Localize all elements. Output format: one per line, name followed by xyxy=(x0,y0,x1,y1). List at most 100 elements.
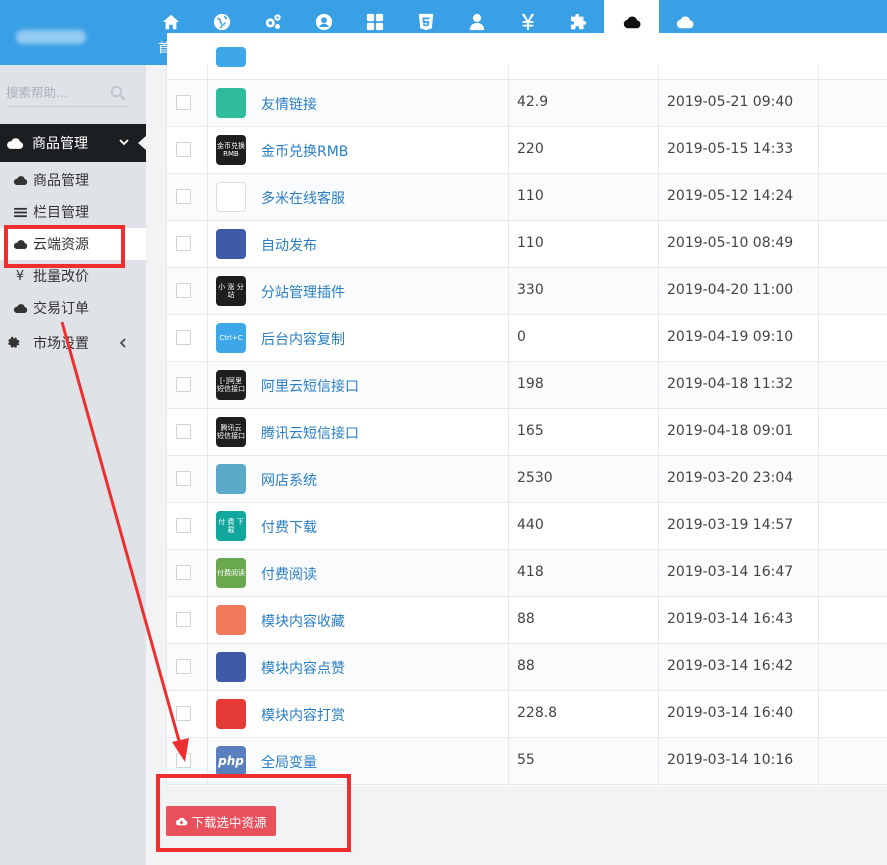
annotation-box-sidebar xyxy=(4,225,125,268)
cloud-icon xyxy=(675,12,695,32)
resource-date: 2019-04-19 09:10 xyxy=(667,329,794,345)
sidebar-item-label: 交易订单 xyxy=(33,301,89,317)
thumbnail-text: 小 涨 分 站 xyxy=(218,283,244,299)
resource-name-link[interactable]: 付费下载 xyxy=(261,517,317,537)
row-checkbox[interactable] xyxy=(176,659,191,674)
thumbnail-text: 金币兑换 RMB xyxy=(217,142,245,158)
resource-thumbnail xyxy=(216,605,246,635)
resource-name-link[interactable]: 模块内容打赏 xyxy=(261,705,345,725)
sidebar-item-label: 栏目管理 xyxy=(33,205,89,221)
resource-name-link[interactable]: 腾讯云短信接口 xyxy=(261,423,359,443)
row-checkbox[interactable] xyxy=(176,283,191,298)
resource-thumbnail: php xyxy=(216,746,246,776)
resource-name-link[interactable]: 付费阅读 xyxy=(261,564,317,584)
thumbnail-text: 付费阅读 xyxy=(217,569,245,577)
search-icon[interactable] xyxy=(110,85,126,101)
resource-price: 110 xyxy=(517,235,544,251)
resource-name-link[interactable]: 友情链接 xyxy=(261,94,317,114)
resource-date: 2019-03-20 23:04 xyxy=(667,470,794,486)
resource-price: 55 xyxy=(517,752,535,768)
resource-price: 88 xyxy=(517,611,535,627)
row-checkbox[interactable] xyxy=(176,753,191,768)
row-checkbox[interactable] xyxy=(176,142,191,157)
yen-icon xyxy=(518,12,538,32)
sidebar-item-columns[interactable]: 栏目管理 xyxy=(0,196,146,228)
resource-name-link[interactable]: 阿里云短信接口 xyxy=(261,376,359,396)
chevron-down-icon xyxy=(119,139,129,146)
resource-thumbnail xyxy=(216,229,246,259)
resource-price: 2530 xyxy=(517,470,553,486)
group-product-management[interactable]: 商品管理 xyxy=(0,124,146,162)
resource-name-link[interactable]: 金币兑换RMB xyxy=(261,141,348,161)
table-row: 友情链接 42.9 2019-05-21 09:40 xyxy=(167,80,887,127)
row-checkbox[interactable] xyxy=(176,565,191,580)
table-row: 腾讯云 短信接口 腾讯云短信接口 165 2019-04-18 09:01 xyxy=(167,409,887,456)
table-row: 模块内容收藏 88 2019-03-14 16:43 xyxy=(167,597,887,644)
table-row: 自动发布 110 2019-05-10 08:49 xyxy=(167,221,887,268)
resource-name-link[interactable]: 自动发布 xyxy=(261,235,317,255)
resource-date: 2019-04-18 11:32 xyxy=(667,376,794,392)
resource-price: 198 xyxy=(517,376,544,392)
thumbnail-text: [-]阿里 短信接口 xyxy=(217,377,245,393)
search-box xyxy=(6,79,128,107)
thumbnail-text: 腾讯云 短信接口 xyxy=(217,424,245,440)
table-row: 模块内容打赏 228.8 2019-03-14 16:40 xyxy=(167,691,887,738)
row-checkbox[interactable] xyxy=(176,706,191,721)
resource-thumbnail xyxy=(216,47,246,67)
resource-name-link[interactable]: 分站管理插件 xyxy=(261,282,345,302)
row-checkbox[interactable] xyxy=(176,424,191,439)
annotation-box-download xyxy=(156,774,351,852)
column-divider xyxy=(508,65,509,786)
html5-icon xyxy=(416,12,436,32)
resource-thumbnail xyxy=(216,182,246,212)
table-row: 多米在线客服 110 2019-05-12 14:24 xyxy=(167,174,887,221)
resource-date: 2019-05-21 09:40 xyxy=(667,94,794,110)
resource-name-link[interactable]: 模块内容点赞 xyxy=(261,658,345,678)
thumbnail-text: 付 费 下 载 xyxy=(218,518,244,534)
resource-price: 330 xyxy=(517,282,544,298)
row-checkbox[interactable] xyxy=(176,377,191,392)
resource-price: 165 xyxy=(517,423,544,439)
row-checkbox[interactable] xyxy=(176,612,191,627)
gear-icon xyxy=(6,336,22,350)
table-row: 付费阅读 付费阅读 418 2019-03-14 16:47 xyxy=(167,550,887,597)
resource-date: 2019-03-14 16:42 xyxy=(667,658,794,674)
resource-thumbnail: 付费阅读 xyxy=(216,558,246,588)
search-input[interactable] xyxy=(6,79,106,105)
resource-thumbnail: 付 费 下 载 xyxy=(216,511,246,541)
globe-icon xyxy=(212,12,232,32)
resource-name-link[interactable]: 网店系统 xyxy=(261,470,317,490)
puzzle-icon xyxy=(569,12,589,32)
yen-icon: ¥ xyxy=(15,268,25,284)
row-checkbox[interactable] xyxy=(176,189,191,204)
sidebar-item-label: 商品管理 xyxy=(33,173,89,189)
resource-name-link[interactable]: 后台内容复制 xyxy=(261,329,345,349)
row-checkbox[interactable] xyxy=(176,471,191,486)
thumbnail-text: php xyxy=(218,754,244,768)
row-checkbox[interactable] xyxy=(176,330,191,345)
sidebar-item-label: 批量改价 xyxy=(33,269,89,285)
resource-name-link[interactable]: 多米在线客服 xyxy=(261,188,345,208)
resource-table: 友情链接 42.9 2019-05-21 09:40 金币兑换 RMB 金币兑换RMB 2… xyxy=(166,33,887,786)
resource-thumbnail: Ctrl+C xyxy=(216,323,246,353)
column-divider xyxy=(207,65,208,786)
sidebar-item-market-settings[interactable]: 市场设置 xyxy=(0,327,146,359)
resource-price: 110 xyxy=(517,188,544,204)
resource-name-link[interactable]: 模块内容收藏 xyxy=(261,611,345,631)
resource-price: 0 xyxy=(517,329,526,345)
row-checkbox[interactable] xyxy=(176,236,191,251)
user-circle-icon xyxy=(314,12,334,32)
table-row: Ctrl+C 后台内容复制 0 2019-04-19 09:10 xyxy=(167,315,887,362)
table-row: [-]阿里 短信接口 阿里云短信接口 198 2019-04-18 11:32 xyxy=(167,362,887,409)
sidebar-item-products[interactable]: 商品管理 xyxy=(0,164,146,196)
resource-date: 2019-05-10 08:49 xyxy=(667,235,794,251)
sidebar-item-orders[interactable]: 交易订单 xyxy=(0,292,146,324)
cloud-icon xyxy=(12,173,28,187)
resource-date: 2019-03-14 10:16 xyxy=(667,752,794,768)
row-checkbox[interactable] xyxy=(176,518,191,533)
grid-icon xyxy=(365,12,385,32)
row-checkbox[interactable] xyxy=(176,95,191,110)
table-row: 付 费 下 载 付费下载 440 2019-03-19 14:57 xyxy=(167,503,887,550)
resource-thumbnail: 小 涨 分 站 xyxy=(216,276,246,306)
resource-name-link[interactable]: 全局变量 xyxy=(261,752,317,772)
